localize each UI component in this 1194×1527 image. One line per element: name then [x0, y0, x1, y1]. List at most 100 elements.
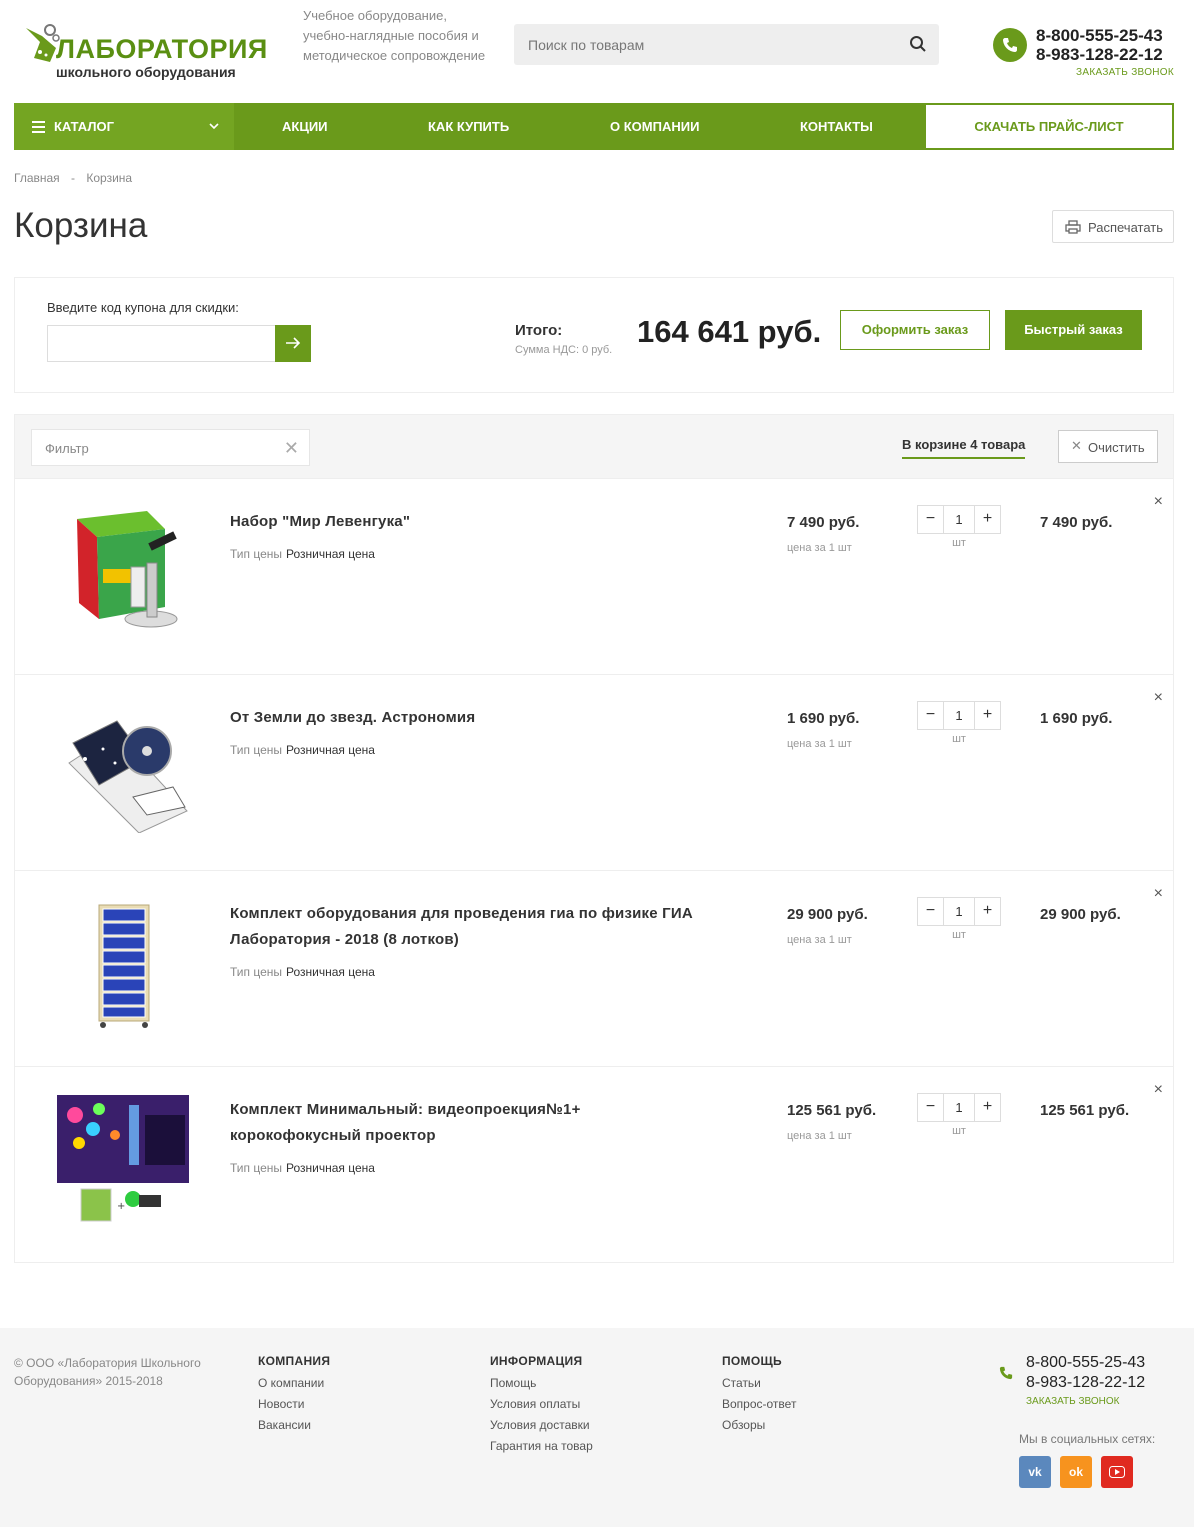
increase-button[interactable]: + — [974, 506, 1000, 533]
callback-link[interactable]: ЗАКАЗАТЬ ЗВОНОК — [1076, 67, 1174, 78]
print-label: Распечатать — [1088, 220, 1164, 235]
clear-cart-button[interactable]: ✕ Очистить — [1058, 430, 1158, 463]
footer-link-faq[interactable]: Вопрос-ответ — [722, 1397, 796, 1411]
price-type-label: Тип цены — [230, 743, 283, 757]
filter-input[interactable]: Фильтр ✕ — [31, 429, 310, 466]
quantity-stepper[interactable]: − 1 + — [917, 505, 1001, 534]
nav-item-promo[interactable]: АКЦИИ — [282, 103, 328, 150]
header-phone-1[interactable]: 8-800-555-25-43 — [1036, 26, 1163, 46]
ok-icon[interactable]: ok — [1060, 1456, 1092, 1488]
footer-link-about[interactable]: О компании — [258, 1376, 330, 1390]
remove-item-icon[interactable]: × — [1154, 885, 1163, 903]
phone-icon — [993, 28, 1027, 62]
remove-item-icon[interactable]: × — [1154, 689, 1163, 707]
footer-link-help[interactable]: Помощь — [490, 1376, 593, 1390]
cart-item: Набор "Мир Левенгука" Тип цены Розничная … — [15, 479, 1173, 675]
cart-item: + Комплект Минимальный: видеопроекция№1+… — [15, 1067, 1173, 1263]
close-icon: ✕ — [1071, 438, 1082, 453]
download-price-list-button[interactable]: СКАЧАТЬ ПРАЙС-ЛИСТ — [924, 103, 1174, 150]
increase-button[interactable]: + — [974, 898, 1000, 925]
remove-item-icon[interactable]: × — [1154, 1081, 1163, 1099]
footer-link-reviews[interactable]: Обзоры — [722, 1418, 796, 1432]
svg-text:+: + — [117, 1201, 125, 1212]
decrease-button[interactable]: − — [918, 898, 944, 925]
quantity-value[interactable]: 1 — [944, 904, 974, 919]
quantity-stepper[interactable]: − 1 + — [917, 701, 1001, 730]
unit-price: 7 490 руб. — [787, 514, 860, 531]
price-type-label: Тип цены — [230, 965, 283, 979]
search-box[interactable]: Поиск по товарам — [514, 24, 939, 65]
clear-filter-icon[interactable]: ✕ — [284, 439, 299, 457]
footer-link-news[interactable]: Новости — [258, 1397, 330, 1411]
coupon-label: Введите код купона для скидки: — [47, 300, 239, 315]
price-type: Тип цены Розничная цена — [230, 743, 375, 757]
quantity-value[interactable]: 1 — [944, 1100, 974, 1115]
remove-item-icon[interactable]: × — [1154, 493, 1163, 511]
increase-button[interactable]: + — [974, 702, 1000, 729]
footer-link-warranty[interactable]: Гарантия на товар — [490, 1439, 593, 1453]
quantity-stepper[interactable]: − 1 + — [917, 897, 1001, 926]
increase-button[interactable]: + — [974, 1094, 1000, 1121]
page-title: Корзина — [14, 206, 148, 245]
search-input[interactable]: Поиск по товарам — [528, 37, 644, 53]
logo-title: ЛАБОРАТОРИЯ — [56, 34, 268, 64]
breadcrumb-home[interactable]: Главная — [14, 171, 60, 185]
header-phone-2[interactable]: 8-983-128-22-12 — [1036, 45, 1163, 65]
footer-phone-2[interactable]: 8-983-128-22-12 — [1026, 1374, 1145, 1392]
catalog-label: КАТАЛОГ — [54, 119, 114, 134]
product-name[interactable]: Комплект Минимальный: видеопроекция№1+ к… — [230, 1097, 710, 1149]
catalog-menu-button[interactable]: КАТАЛОГ — [14, 103, 234, 150]
menu-icon — [32, 121, 45, 136]
checkout-button[interactable]: Оформить заказ — [840, 310, 990, 350]
search-icon[interactable] — [909, 35, 927, 53]
footer-help: ПОМОЩЬ Статьи Вопрос-ответ Обзоры — [722, 1354, 796, 1439]
product-image-projection-kit[interactable]: + — [55, 1095, 191, 1229]
product-name[interactable]: Комплект оборудования для проведения гиа… — [230, 901, 710, 953]
footer-phone-1[interactable]: 8-800-555-25-43 — [1026, 1354, 1145, 1372]
price-type-value: Розничная цена — [286, 547, 375, 561]
footer-link-jobs[interactable]: Вакансии — [258, 1418, 330, 1432]
footer-company-title: КОМПАНИЯ — [258, 1354, 331, 1368]
line-total: 29 900 руб. — [1040, 906, 1121, 923]
coupon-input[interactable] — [47, 325, 276, 362]
footer: © ООО «Лаборатория Школьного Оборудовани… — [0, 1328, 1194, 1527]
total-label: Итого: — [515, 322, 563, 339]
unit-label: шт — [952, 1125, 966, 1137]
footer-callback-link[interactable]: ЗАКАЗАТЬ ЗВОНОК — [1026, 1396, 1119, 1407]
flask-icon — [26, 24, 60, 62]
per-unit-label: цена за 1 шт — [787, 542, 852, 554]
cart-count-tab[interactable]: В корзине 4 товара — [902, 437, 1026, 459]
product-name[interactable]: От Земли до звезд. Астрономия — [230, 705, 710, 731]
footer-link-articles[interactable]: Статьи — [722, 1376, 796, 1390]
nav-item-about[interactable]: О КОМПАНИИ — [610, 103, 699, 150]
unit-label: шт — [952, 733, 966, 745]
decrease-button[interactable]: − — [918, 506, 944, 533]
footer-company: КОМПАНИЯ О компании Новости Вакансии — [258, 1354, 330, 1439]
quantity-stepper[interactable]: − 1 + — [917, 1093, 1001, 1122]
nav-item-how-to-buy[interactable]: КАК КУПИТЬ — [428, 103, 509, 150]
price-type: Тип цены Розничная цена — [230, 547, 375, 561]
footer-link-delivery[interactable]: Условия доставки — [490, 1418, 593, 1432]
cart-list: Фильтр ✕ В корзине 4 товара ✕ Очистить Н… — [14, 414, 1174, 1263]
product-image-astronomy[interactable] — [55, 703, 191, 833]
vk-icon[interactable]: vk — [1019, 1456, 1051, 1488]
decrease-button[interactable]: − — [918, 1094, 944, 1121]
decrease-button[interactable]: − — [918, 702, 944, 729]
youtube-icon[interactable] — [1101, 1456, 1133, 1488]
cart-toolbar: Фильтр ✕ В корзине 4 товара ✕ Очистить — [15, 415, 1173, 479]
apply-coupon-button[interactable] — [275, 325, 311, 362]
product-image-tray-cabinet[interactable] — [55, 899, 191, 1029]
print-button[interactable]: Распечатать — [1052, 210, 1174, 243]
main-nav: КАТАЛОГ АКЦИИ КАК КУПИТЬ О КОМПАНИИ КОНТ… — [14, 103, 1174, 150]
product-image-microscope-kit[interactable] — [55, 507, 191, 637]
line-total: 1 690 руб. — [1040, 710, 1113, 727]
nav-item-contacts[interactable]: КОНТАКТЫ — [800, 103, 873, 150]
site-logo[interactable]: ЛАБОРАТОРИЯ школьного оборудования — [16, 12, 267, 82]
footer-link-payment[interactable]: Условия оплаты — [490, 1397, 593, 1411]
price-type-value: Розничная цена — [286, 743, 375, 757]
product-name[interactable]: Набор "Мир Левенгука" — [230, 509, 710, 535]
quantity-value[interactable]: 1 — [944, 512, 974, 527]
price-type-label: Тип цены — [230, 547, 283, 561]
quick-order-button[interactable]: Быстрый заказ — [1005, 310, 1142, 350]
quantity-value[interactable]: 1 — [944, 708, 974, 723]
